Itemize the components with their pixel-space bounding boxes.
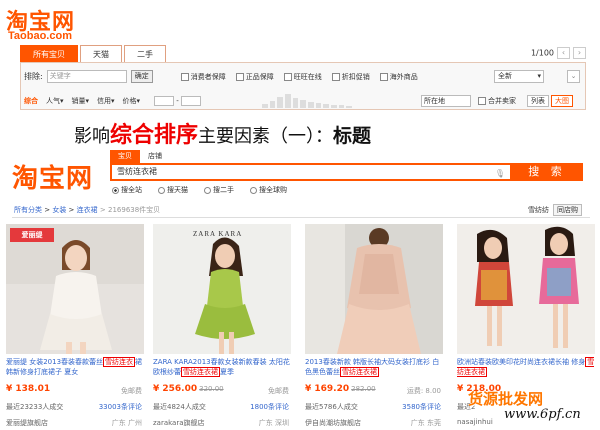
prev-page-button[interactable]: ‹ (557, 47, 570, 59)
product-image[interactable] (457, 224, 595, 354)
top-tabs: 所有宝贝 天猫 二手 (20, 45, 168, 62)
watermark-url: www.6pf.cn (504, 407, 581, 422)
tab-items[interactable]: 宝贝 (110, 150, 140, 163)
scope-global[interactable]: 搜全球购 (250, 185, 287, 195)
product-title[interactable]: ZARA KARA2013春款女装新款春装 太阳花欧根纱蕾 雪纺连衣裙 夏季 (153, 357, 293, 377)
checkbox-icon (478, 97, 486, 105)
page-indicator: 1/100 (530, 48, 554, 58)
view-toggle: 列表 大图 (527, 95, 573, 107)
pager: 1/100 ‹ › (531, 47, 586, 59)
checkbox-icon (379, 72, 388, 81)
product-image[interactable]: ZARA KARA (153, 224, 291, 354)
sort-row: 综合 人气▾ 销量▾ 信用▾ 价格▾ - (24, 96, 209, 106)
result-count: 2169638件宝贝 (108, 206, 161, 214)
search-tabs: 宝贝 店铺 (110, 150, 170, 163)
page-title: 影响综合排序主要因素（一）：标题 (74, 122, 372, 148)
search-input[interactable]: 雪纺连衣裙 🎙 (110, 163, 512, 181)
product-title[interactable]: 欧洲站春装欧美印花时尚连衣裙长袖 修身 雪纺连衣裙 (457, 357, 597, 377)
grid-view-button[interactable]: 大图 (551, 95, 573, 107)
filter-row: 排除: 关键字 确定 消费者保障 正品保障 旺旺在线 折扣促销 海外商品 (24, 70, 418, 83)
watermark-text: 货源批发网 (468, 390, 544, 408)
shop-filter: 雪纺纺 同店购 (528, 204, 582, 216)
sort-default[interactable]: 综合 (24, 96, 38, 106)
search-scope: 搜全站 搜天猫 搜二手 搜全球购 (112, 185, 287, 195)
comments-link[interactable]: 1800条评论 (250, 402, 289, 412)
tab-tmall[interactable]: 天猫 (80, 45, 122, 62)
microphone-icon[interactable]: 🎙 (495, 167, 505, 181)
breadcrumb: 所有分类 > 女装 > 连衣裙 > 2169638件宝贝 (14, 206, 161, 214)
search-button[interactable]: 搜 索 (511, 163, 583, 181)
location: 广东 东莞 (410, 419, 441, 427)
location: 广东 深圳 (258, 419, 289, 427)
same-shop-button[interactable]: 同店购 (553, 204, 582, 216)
filter-discount[interactable]: 折扣促销 (331, 72, 370, 82)
filter-consumer-guarantee[interactable]: 消费者保障 (180, 72, 226, 82)
taobao-logo[interactable]: 淘宝网 (12, 158, 93, 195)
product-card[interactable]: 爱丽缇 爱丽缇 女装2013春装春款蕾丝 雪纺连衣裙 韩新修身打底裙子 夏女 ¥ … (4, 224, 146, 430)
product-price: ¥ 256.00 320.00 (153, 384, 224, 394)
crumb-women[interactable]: 女装 (52, 206, 66, 214)
shop-name[interactable]: 爱丽缇旗舰店 (6, 418, 48, 428)
shop-name[interactable]: 伊自尚潮坊旗舰店 (305, 418, 361, 428)
filter-wangwang[interactable]: 旺旺在线 (283, 72, 322, 82)
taobao-logo-sub: Taobao.com (8, 30, 72, 42)
scope-secondhand[interactable]: 搜二手 (204, 185, 234, 195)
sort-popularity[interactable]: 人气▾ (46, 96, 64, 106)
shop-name[interactable]: nasajinhui (457, 418, 493, 426)
divider (12, 217, 590, 218)
confirm-button[interactable]: 确定 (130, 70, 153, 83)
tab-secondhand[interactable]: 二手 (124, 45, 166, 62)
comments-link[interactable]: 33003条评论 (99, 402, 142, 412)
checkbox-icon (283, 72, 292, 81)
sold-count: 最近23233人成交 (6, 403, 64, 411)
filter-overseas[interactable]: 海外商品 (379, 72, 418, 82)
price-range-histogram[interactable] (262, 94, 353, 108)
next-page-button[interactable]: › (573, 47, 586, 59)
checkbox-icon (235, 72, 244, 81)
product-card[interactable]: 2013春装新款 韩版长袖大码女装打底衫 白色黑色蕾丝 雪纺连衣裙 ¥ 169.2… (303, 224, 445, 430)
product-image[interactable] (305, 224, 443, 354)
tab-shops[interactable]: 店铺 (140, 150, 170, 163)
sort-sales[interactable]: 销量▾ (72, 96, 90, 106)
keyword-label: 排除: (24, 72, 43, 81)
scope-tmall[interactable]: 搜天猫 (158, 185, 188, 195)
collapse-icon[interactable]: ⌄ (567, 70, 580, 83)
exclude-keyword-input[interactable]: 关键字 (46, 70, 127, 83)
sold-count: 最近5786人成交 (305, 403, 358, 411)
product-card[interactable]: ZARA KARA ZARA KARA2013春款女装新款春装 太阳花欧根纱蕾雪… (151, 224, 293, 430)
price-max-input[interactable] (181, 96, 202, 106)
location: 广东 广州 (111, 419, 142, 427)
scope-all[interactable]: 搜全站 (112, 185, 142, 195)
product-price: ¥ 138.01 (6, 384, 51, 394)
condition-select[interactable]: 全新 (494, 70, 544, 83)
checkbox-icon (331, 72, 340, 81)
sort-price[interactable]: 价格▾ (123, 96, 141, 106)
list-view-button[interactable]: 列表 (527, 95, 549, 107)
brand-badge: 爱丽缇 (10, 228, 54, 242)
shipping-info: 运费: 8.00 (406, 387, 441, 395)
product-title[interactable]: 2013春装新款 韩版长袖大码女装打底衫 白色黑色蕾丝 雪纺连衣裙 (305, 357, 445, 377)
crumb-all[interactable]: 所有分类 (14, 206, 42, 214)
product-price: ¥ 169.20 282.00 (305, 384, 376, 394)
brand-logo: ZARA KARA (193, 230, 243, 238)
sold-count: 最近4824人成交 (153, 403, 206, 411)
product-image[interactable]: 爱丽缇 (6, 224, 144, 354)
comments-link[interactable]: 3580条评论 (402, 402, 441, 412)
product-title[interactable]: 爱丽缇 女装2013春装春款蕾丝 雪纺连衣裙 韩新修身打底裙子 夏女 (6, 357, 146, 377)
checkbox-icon (180, 72, 189, 81)
tab-all[interactable]: 所有宝贝 (20, 45, 78, 62)
shipping-info: 免邮费 (121, 387, 142, 395)
location-select[interactable]: 所在地 (421, 95, 471, 107)
filter-genuine[interactable]: 正品保障 (235, 72, 274, 82)
merge-sellers-checkbox[interactable]: 合并卖家 (478, 96, 516, 106)
crumb-dress[interactable]: 连衣裙 (77, 206, 98, 214)
shop-name[interactable]: zarakara旗舰店 (153, 418, 205, 428)
shipping-info: 免邮费 (268, 387, 289, 395)
shop-label: 雪纺纺 (528, 206, 549, 214)
sort-credit[interactable]: 信用▾ (97, 96, 115, 106)
price-min-input[interactable] (154, 96, 175, 106)
